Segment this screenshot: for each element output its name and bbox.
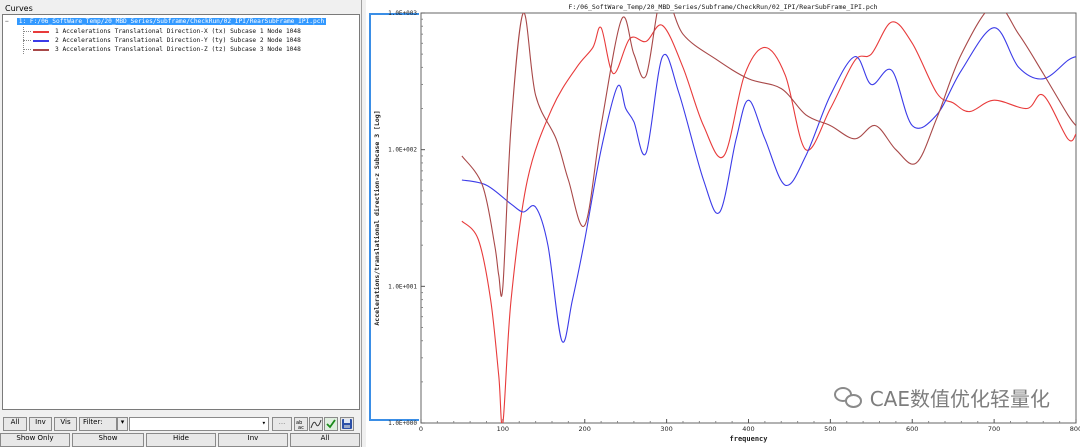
show-all-button[interactable]: All [290, 433, 360, 447]
collapse-toggle-icon[interactable]: − [5, 17, 13, 26]
chevron-down-icon[interactable]: ▾ [262, 419, 266, 427]
x-tick-label: 500 [824, 425, 836, 433]
x-tick-label: 0 [419, 425, 423, 433]
invert-selection-button[interactable]: Inv [29, 417, 52, 431]
curves-panel-title: Curves [5, 4, 33, 13]
show-only-button[interactable]: Show Only [0, 433, 70, 447]
frequency-response-chart[interactable]: 0 100 200 300 400 500 600 700 800 1.0E+000 1.0E+00… [366, 0, 1080, 447]
tree-branch [23, 40, 31, 41]
tree-root-label[interactable]: 1: F:/06_SoftWare_Temp/20_MBD_Series/Sub… [16, 18, 327, 25]
filter-label: Filter: [79, 417, 117, 431]
x-axis-label: frequency [730, 435, 769, 443]
check-icon[interactable] [324, 417, 338, 431]
curve-item-3[interactable]: 3 Accelerations Translational Direction-… [23, 45, 301, 54]
plot-window[interactable]: F:/06_SoftWare_Temp/20_MBD_Series/Subfra… [366, 0, 1080, 447]
x-tick-label: 200 [579, 425, 591, 433]
y-tick-label: 1.0E+003 [388, 10, 417, 17]
hide-button[interactable]: Hide [146, 433, 216, 447]
series-line-2 [461, 27, 1076, 343]
abc-icon[interactable]: ab ac [294, 417, 308, 431]
tree-branch [23, 31, 31, 32]
watermark-text: CAE数值优化轻量化 [869, 387, 1050, 411]
curve-color-swatch [33, 48, 49, 51]
plot-frame [420, 12, 1077, 424]
curve-icon[interactable] [309, 417, 323, 431]
x-tick-label: 300 [660, 425, 672, 433]
show-button[interactable]: Show [72, 433, 144, 447]
curve-item-1[interactable]: 1 Accelerations Translational Direction-… [23, 27, 301, 36]
y-axis-label: Accelerations/translational direction-z … [373, 110, 381, 325]
curve-color-swatch [33, 39, 49, 42]
y-tick-label: 1.0E+001 [388, 283, 417, 290]
curve-item-label: 2 Accelerations Translational Direction-… [55, 37, 301, 44]
x-tick-label: 600 [906, 425, 918, 433]
curve-color-swatch [33, 30, 49, 33]
svg-text:ac: ac [298, 425, 304, 430]
invert-button[interactable]: Inv [218, 433, 288, 447]
curve-item-label: 1 Accelerations Translational Direction-… [55, 28, 301, 35]
save-icon[interactable] [340, 417, 354, 431]
y-tick-label: 1.0E+002 [388, 147, 417, 154]
curves-panel: Curves − 1: F:/06_SoftWare_Temp/20_MBD_S… [0, 0, 362, 447]
series-line-1 [461, 21, 1076, 423]
select-all-button[interactable]: All [3, 417, 27, 431]
wechat-logo-icon [833, 385, 864, 411]
visible-button[interactable]: Vis [54, 417, 77, 431]
x-tick-label: 800 [1070, 425, 1080, 433]
x-tick-label: 700 [988, 425, 1000, 433]
tree-root-item[interactable]: − 1: F:/06_SoftWare_Temp/20_MBD_Series/S… [5, 17, 327, 26]
watermark: CAE数值优化轻量化 [833, 383, 1050, 412]
curve-item-label: 3 Accelerations Translational Direction-… [55, 46, 301, 53]
x-tick-label: 400 [742, 425, 754, 433]
tree-branch [23, 49, 31, 50]
filter-browse-button[interactable]: ... [272, 417, 292, 431]
filter-dropdown-arrow-icon[interactable]: ▾ [117, 417, 128, 431]
filter-input[interactable]: ▾ [129, 417, 269, 431]
curves-tree[interactable]: − 1: F:/06_SoftWare_Temp/20_MBD_Series/S… [2, 14, 360, 410]
curve-item-2[interactable]: 2 Accelerations Translational Direction-… [23, 36, 301, 45]
y-tick-label: 1.0E+000 [388, 420, 417, 427]
x-tick-label: 100 [497, 425, 509, 433]
